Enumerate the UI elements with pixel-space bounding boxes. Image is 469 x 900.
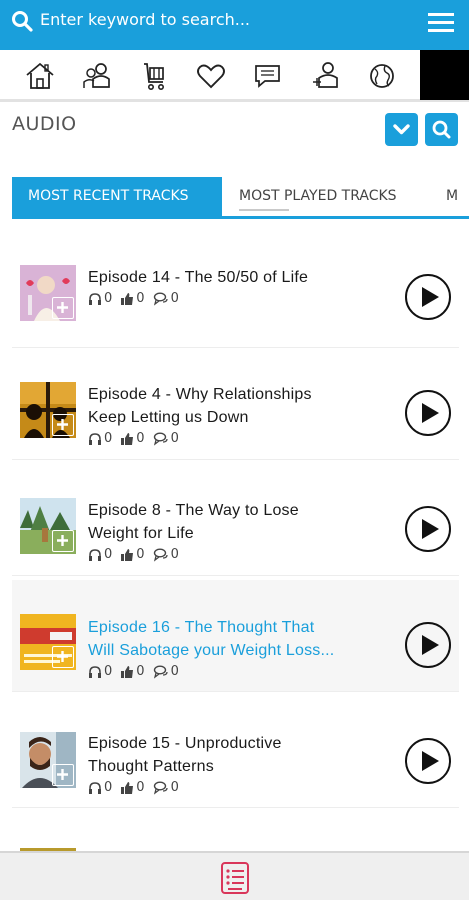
- section-search-button[interactable]: [425, 113, 458, 146]
- comments-icon: [153, 548, 168, 562]
- track-title: Episode 14 - The 50/50 of Life: [88, 269, 309, 286]
- play-icon: [422, 519, 439, 539]
- headphones-icon: [89, 292, 101, 305]
- play-button[interactable]: [405, 506, 451, 552]
- track-thumbnail: [20, 382, 76, 438]
- chevron-down-icon: [393, 124, 410, 135]
- play-button[interactable]: [405, 622, 451, 668]
- plus-icon: [52, 646, 74, 668]
- home-icon[interactable]: [24, 60, 56, 92]
- likes-count: 0: [120, 291, 145, 306]
- section-title: AUDIO: [12, 113, 77, 135]
- track-title: Episode 16 - The Thought That Will Sabot…: [88, 619, 335, 659]
- track-stats: 0 0 0: [88, 664, 179, 679]
- listens-count: 0: [88, 780, 112, 795]
- tab-underline: [239, 209, 289, 211]
- play-icon: [422, 751, 439, 771]
- user-group-icon[interactable]: [309, 60, 341, 92]
- search-bar: Enter keyword to search...: [0, 0, 469, 50]
- comments-count: 0: [153, 431, 179, 446]
- listens-count: 0: [88, 547, 112, 562]
- comments-count: 0: [153, 291, 179, 306]
- track-stats: 0 0 0: [88, 780, 179, 795]
- thumbs-up-icon: [121, 548, 134, 561]
- track-item[interactable]: Episode 14 - The 50/50 of Life 0 0 0: [12, 236, 459, 348]
- hamburger-menu-icon[interactable]: [425, 10, 457, 36]
- likes-count: 0: [120, 664, 145, 679]
- track-stats: 0 0 0: [88, 547, 179, 562]
- globe-icon[interactable]: [366, 60, 398, 92]
- plus-icon: [52, 764, 74, 786]
- plus-icon: [52, 297, 74, 319]
- chat-icon[interactable]: [252, 60, 284, 92]
- playlist-icon[interactable]: [220, 861, 250, 895]
- thumbs-up-icon: [121, 665, 134, 678]
- users-icon[interactable]: [81, 60, 113, 92]
- thumbs-up-icon: [121, 781, 134, 794]
- play-icon: [422, 635, 439, 655]
- play-button[interactable]: [405, 390, 451, 436]
- thumbs-up-icon: [121, 432, 134, 445]
- track-title: Episode 8 - The Way to Lose Weight for L…: [88, 502, 299, 542]
- track-stats: 0 0 0: [88, 431, 179, 446]
- heart-icon[interactable]: [195, 60, 227, 92]
- listens-count: 0: [88, 664, 112, 679]
- thumbs-up-icon: [121, 292, 134, 305]
- comments-icon: [153, 432, 168, 446]
- play-icon: [422, 403, 439, 423]
- track-thumbnail: [20, 614, 76, 670]
- track-thumbnail: [20, 265, 76, 321]
- likes-count: 0: [120, 547, 145, 562]
- headphones-icon: [89, 665, 101, 678]
- track-thumbnail: [20, 732, 76, 788]
- listens-count: 0: [88, 291, 112, 306]
- headphones-icon: [89, 432, 101, 445]
- track-item[interactable]: Episode 8 - The Way to Lose Weight for L…: [12, 464, 459, 576]
- track-title: Episode 4 - Why Relationships Keep Letti…: [88, 386, 312, 426]
- track-item[interactable]: Episode 16 - The Thought That Will Sabot…: [12, 580, 459, 692]
- track-title: Episode 15 - Unproductive Thought Patter…: [88, 735, 282, 775]
- icon-nav: [0, 50, 469, 102]
- black-block: [420, 50, 469, 100]
- plus-icon: [52, 414, 74, 436]
- track-item[interactable]: Episode 15 - Unproductive Thought Patter…: [12, 696, 459, 808]
- plus-icon: [52, 530, 74, 552]
- bottom-bar: [0, 851, 469, 900]
- comments-count: 0: [153, 780, 179, 795]
- comments-count: 0: [153, 664, 179, 679]
- track-stats: 0 0 0: [88, 291, 179, 306]
- play-button[interactable]: [405, 274, 451, 320]
- headphones-icon: [89, 781, 101, 794]
- dropdown-button[interactable]: [385, 113, 418, 146]
- comments-icon: [153, 781, 168, 795]
- search-input[interactable]: Enter keyword to search...: [40, 10, 250, 29]
- search-icon: [432, 120, 451, 139]
- search-icon[interactable]: [10, 9, 34, 33]
- likes-count: 0: [120, 780, 145, 795]
- play-button[interactable]: [405, 738, 451, 784]
- track-tabs: MOST RECENT TRACKS MOST PLAYED TRACKS M: [12, 177, 469, 219]
- track-item[interactable]: Episode 4 - Why Relationships Keep Letti…: [12, 348, 459, 460]
- cart-icon[interactable]: [138, 60, 170, 92]
- headphones-icon: [89, 548, 101, 561]
- play-icon: [422, 287, 439, 307]
- comments-icon: [153, 292, 168, 306]
- tab-most-recent-tracks[interactable]: MOST RECENT TRACKS: [12, 177, 222, 216]
- comments-count: 0: [153, 547, 179, 562]
- likes-count: 0: [120, 431, 145, 446]
- tab-more[interactable]: M: [446, 177, 458, 216]
- comments-icon: [153, 665, 168, 679]
- track-thumbnail: [20, 498, 76, 554]
- listens-count: 0: [88, 431, 112, 446]
